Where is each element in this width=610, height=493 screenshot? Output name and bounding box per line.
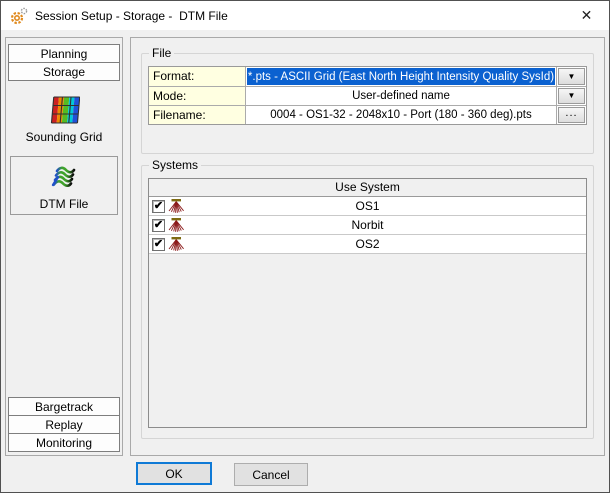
filename-label: Filename: [149,106,246,124]
chevron-down-icon[interactable]: ▼ [558,68,585,85]
mode-label: Mode: [149,87,246,105]
table-row-os1[interactable]: ✔ OS1 [149,197,586,216]
window-title: Session Setup - Storage - DTM File [35,8,228,23]
sidebar-item-planning[interactable]: Planning [8,44,120,63]
filename-field[interactable]: 0004 - OS1-32 - 2048x10 - Port (180 - 36… [246,106,556,124]
file-group: File Format: *.pts - ASCII Grid (East No… [141,46,594,154]
format-select[interactable]: *.pts - ASCII Grid (East North Height In… [246,67,556,86]
use-system-header: Use System [149,179,586,197]
session-setup-dialog: Session Setup - Storage - DTM File ✕ Pla… [0,0,610,493]
main-panel: File Format: *.pts - ASCII Grid (East No… [130,37,605,456]
file-table: Format: *.pts - ASCII Grid (East North H… [148,66,587,125]
table-row-os2[interactable]: ✔ OS2 [149,235,586,254]
browse-button-cell: ... [556,106,586,124]
mode-dropdown-cell: ▼ [556,87,586,105]
sidebar-item-storage[interactable]: Storage [8,62,120,81]
mode-row: Mode: User-defined name ▼ [149,86,586,105]
table-row-norbit[interactable]: ✔ Norbit [149,216,586,235]
filename-row: Filename: 0004 - OS1-32 - 2048x10 - Port… [149,105,586,124]
wavy-lines-icon [48,161,80,193]
system-name: OS2 [355,237,380,251]
close-icon[interactable]: ✕ [564,1,609,29]
mode-select[interactable]: User-defined name [246,87,556,105]
sidebar-item-bargetrack[interactable]: Bargetrack [8,397,120,416]
gears-icon [9,6,29,26]
sidebar-bottom-group: Bargetrack Replay Monitoring [6,397,122,455]
systems-group-title: Systems [152,158,199,172]
cancel-button[interactable]: Cancel [234,463,308,486]
format-row: Format: *.pts - ASCII Grid (East North H… [149,67,586,86]
ok-button[interactable]: OK [136,462,212,485]
sidebar: Planning Storage Sounding Grid DTM File … [5,37,123,456]
sidebar-item-label: DTM File [39,197,89,211]
file-group-title: File [152,46,172,60]
titlebar: Session Setup - Storage - DTM File ✕ [1,1,609,30]
systems-table: Use System ✔ OS1 ✔ Norbit ✔ OS2 [148,178,587,428]
format-dropdown-cell: ▼ [556,67,586,86]
sidebar-item-replay[interactable]: Replay [8,415,120,434]
system-name: OS1 [355,199,380,213]
system-name: Norbit [351,218,384,232]
browse-button[interactable]: ... [558,107,585,123]
format-label: Format: [149,67,246,86]
chevron-down-icon[interactable]: ▼ [558,88,585,104]
color-grid-icon [48,94,80,126]
sidebar-item-label: Sounding Grid [25,130,103,144]
sidebar-item-monitoring[interactable]: Monitoring [8,433,120,452]
systems-group: Systems Use System ✔ OS1 ✔ Norbit ✔ OS2 [141,158,594,439]
sidebar-item-sounding-grid[interactable]: Sounding Grid [10,89,118,148]
sidebar-item-dtm-file[interactable]: DTM File [10,156,118,215]
